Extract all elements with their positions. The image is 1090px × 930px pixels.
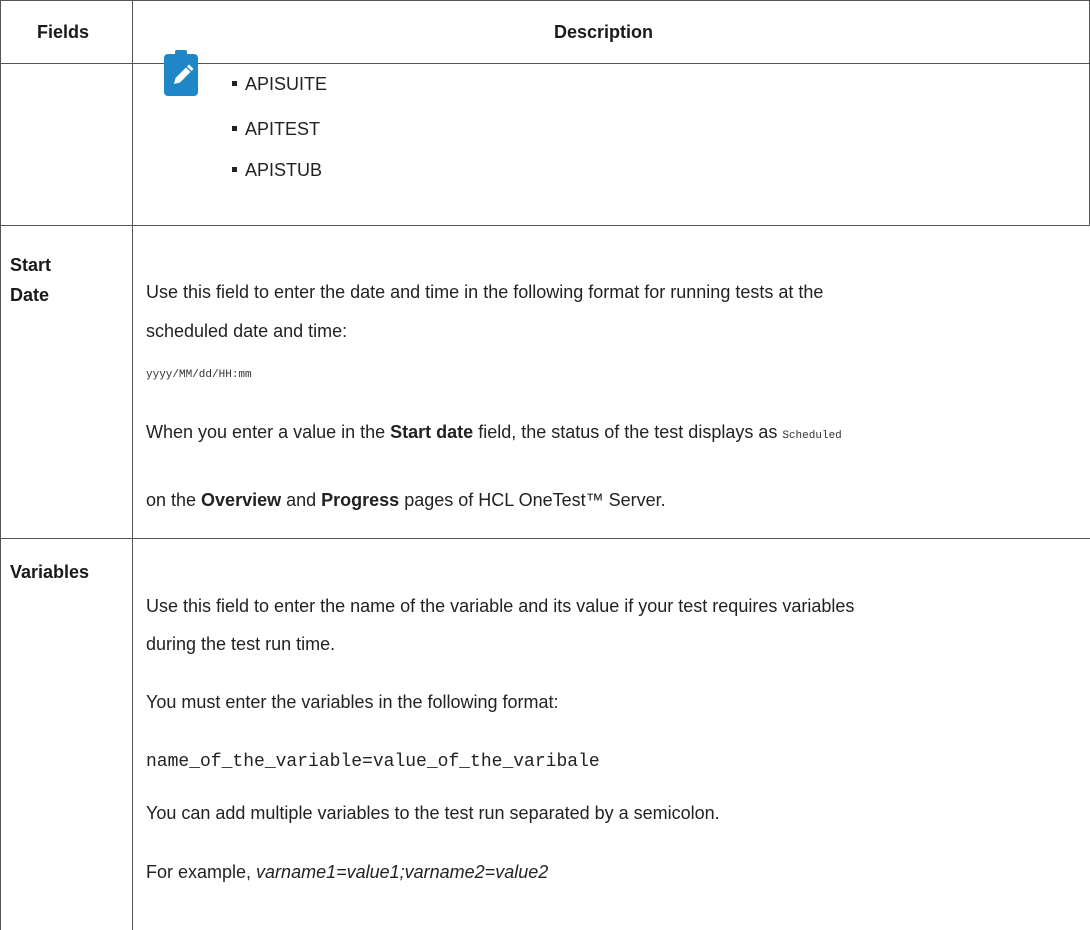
table-column-divider: [132, 0, 133, 930]
field-variables: Variables: [10, 562, 90, 582]
table-top-border: [0, 0, 1090, 1]
row-divider-1: [0, 225, 1090, 226]
variables-desc-line1: Use this field to enter the name of the …: [146, 596, 855, 616]
scheduled-code: Scheduled: [782, 430, 842, 442]
start-date-status-note: When you enter a value in the Start date…: [146, 422, 842, 442]
variables-example: For example, varname1=value1;varname2=va…: [146, 862, 549, 882]
start-date-desc-line1: Use this field to enter the date and tim…: [146, 282, 824, 302]
row-divider-2: [0, 538, 1090, 539]
variables-multiple-note: You can add multiple variables to the te…: [146, 803, 720, 823]
note-item-apisuite: APISUITE: [232, 74, 327, 95]
note-item-apitest: APITEST: [232, 119, 320, 140]
variables-format-code: name_of_the_variable=value_of_the_variba…: [146, 752, 600, 772]
pencil-note-icon: [164, 48, 198, 96]
start-date-format-code: yyyy/MM/dd/HH:mm: [146, 369, 252, 381]
variables-desc-line2: during the test run time.: [146, 634, 336, 654]
field-start-date: Start Date: [10, 255, 52, 305]
note-item-apistub: APISTUB: [232, 160, 322, 181]
variables-format-intro: You must enter the variables in the foll…: [146, 692, 559, 712]
start-date-pages-note: on the Overview and Progress pages of HC…: [146, 490, 666, 510]
header-description: Description: [554, 22, 654, 42]
table-left-border: [0, 0, 1, 930]
start-date-desc-line2: scheduled date and time:: [146, 321, 348, 341]
header-fields: Fields: [37, 22, 90, 42]
